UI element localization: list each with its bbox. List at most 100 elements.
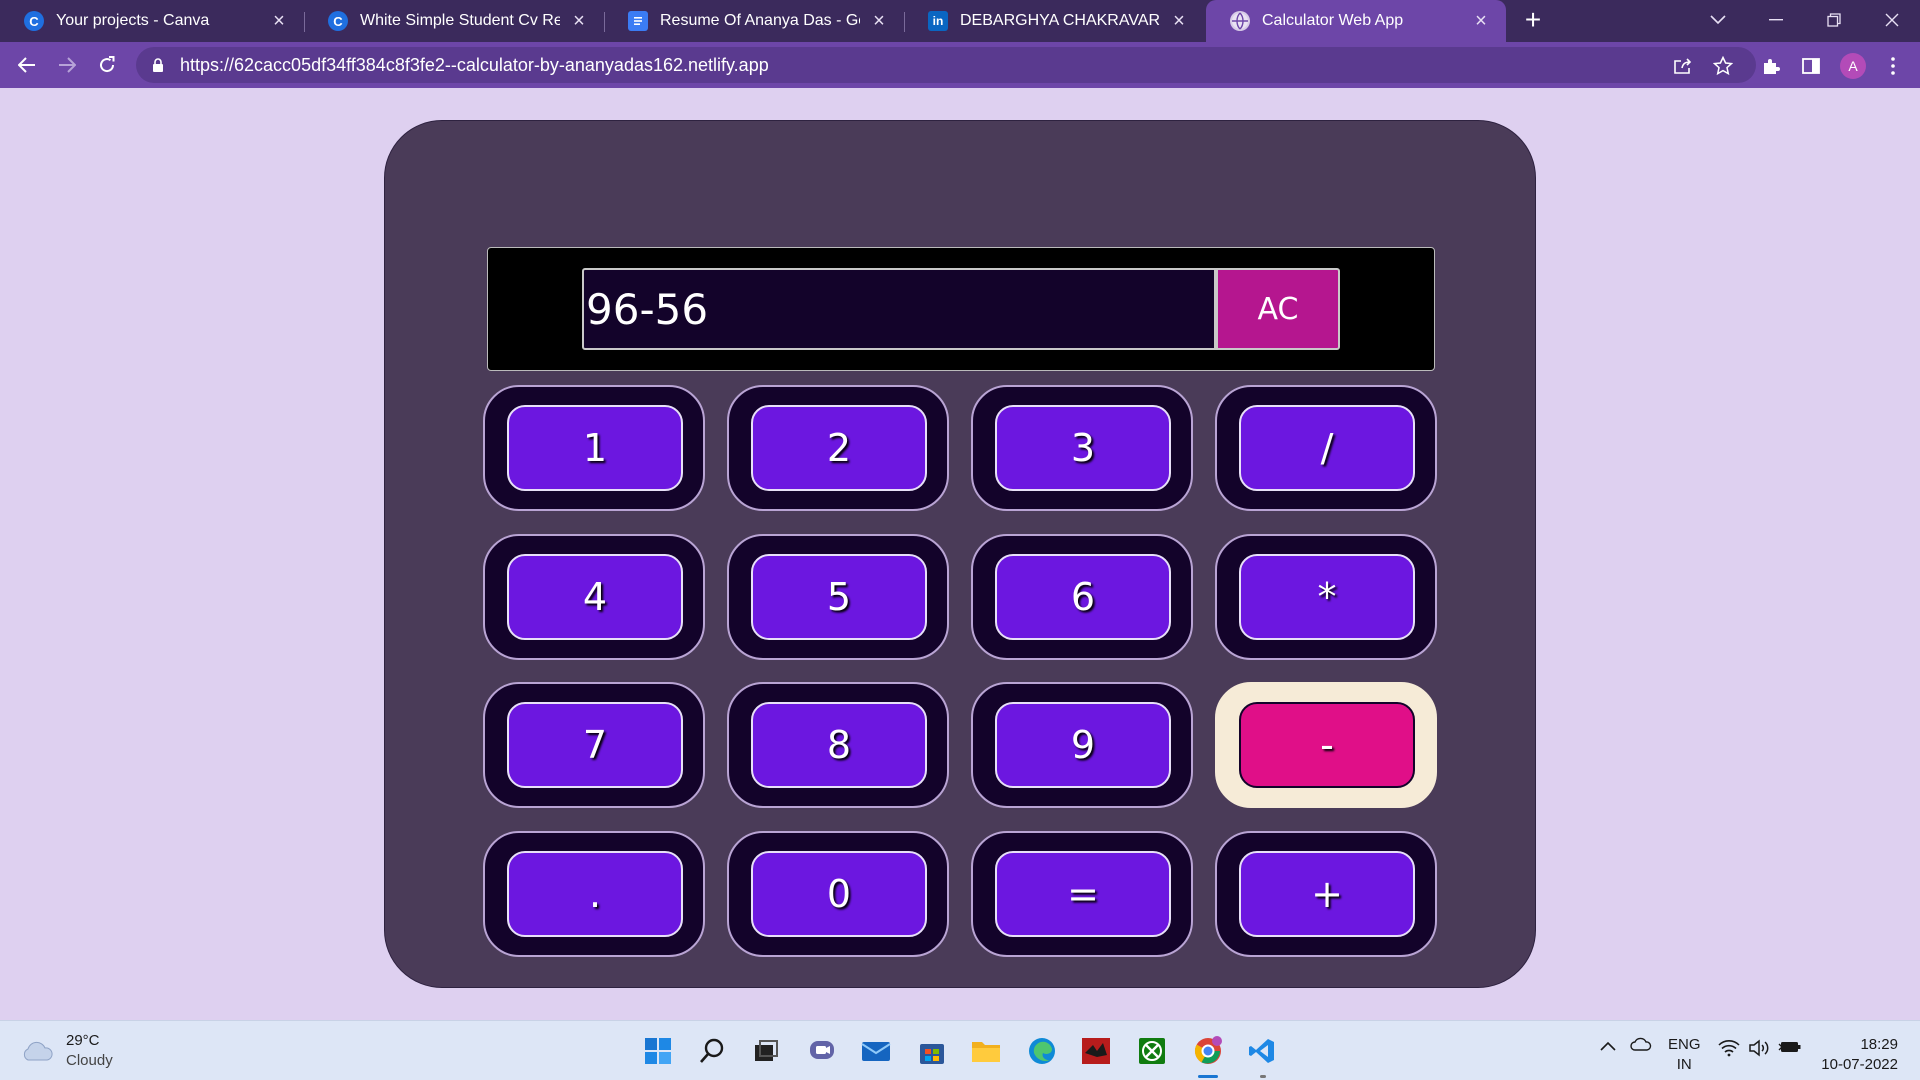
equals-button[interactable]: =	[995, 851, 1171, 937]
tab-title: Resume Of Ananya Das - Google	[660, 12, 860, 29]
all-clear-button[interactable]: AC	[1216, 268, 1340, 350]
decimal-button[interactable]: .	[507, 851, 683, 937]
teams-chat-icon[interactable]	[804, 1033, 840, 1069]
address-bar[interactable]: https://62cacc05df34ff384c8f3fe2--calcul…	[136, 47, 1756, 83]
minimize-button[interactable]	[1748, 0, 1804, 40]
multiply-button[interactable]: *	[1239, 554, 1415, 640]
browser-tab-strip: C Your projects - Canva × C White Simple…	[0, 0, 1920, 42]
divide-button[interactable]: /	[1239, 405, 1415, 491]
key-cell: 2	[727, 385, 949, 511]
key-3-button[interactable]: 3	[995, 405, 1171, 491]
tab-calculator[interactable]: Calculator Web App ×	[1206, 0, 1506, 42]
key-cell: 4	[483, 534, 705, 660]
subtract-button[interactable]: -	[1239, 702, 1415, 788]
display-panel: 96-56 AC	[487, 247, 1435, 371]
key-6-button[interactable]: 6	[995, 554, 1171, 640]
side-panel-icon[interactable]	[1798, 53, 1824, 79]
bookmark-star-icon[interactable]	[1710, 53, 1736, 79]
key-cell: 5	[727, 534, 949, 660]
key-4-button[interactable]: 4	[507, 554, 683, 640]
active-app-indicator	[1198, 1075, 1218, 1078]
key-0-button[interactable]: 0	[751, 851, 927, 937]
close-icon[interactable]: ×	[868, 10, 890, 32]
close-icon[interactable]: ×	[568, 10, 590, 32]
key-7-button[interactable]: 7	[507, 702, 683, 788]
tab-title: White Simple Student Cv Resume	[360, 12, 560, 29]
page-viewport: 96-56 AC 1 2 3 / 4 5 6 * 7 8 9 - . 0 = +	[0, 88, 1920, 1020]
tab-title: DEBARGHYA CHAKRAVARTY | Lin	[960, 12, 1160, 29]
key-cell-active: -	[1215, 682, 1437, 808]
key-cell: 0	[727, 831, 949, 957]
key-cell: *	[1215, 534, 1437, 660]
close-window-button[interactable]	[1864, 0, 1920, 40]
tab-linkedin[interactable]: in DEBARGHYA CHAKRAVARTY | Lin ×	[904, 0, 1204, 42]
key-cell: 6	[971, 534, 1193, 660]
key-cell: 7	[483, 682, 705, 808]
clock-date: 10-07-2022	[1821, 1056, 1898, 1073]
xbox-icon[interactable]	[1134, 1033, 1170, 1069]
task-view-icon[interactable]	[748, 1033, 784, 1069]
windows-taskbar: 29°C Cloudy ENG IN 18:29 10-07-2022	[0, 1020, 1920, 1080]
battery-charging-icon[interactable]	[1778, 1039, 1802, 1061]
key-1-button[interactable]: 1	[507, 405, 683, 491]
key-cell: 8	[727, 682, 949, 808]
chrome-icon[interactable]	[1190, 1033, 1226, 1069]
weather-widget[interactable]: 29°C Cloudy	[20, 1031, 113, 1071]
key-2-button[interactable]: 2	[751, 405, 927, 491]
canva-icon: C	[328, 11, 348, 31]
weather-condition: Cloudy	[66, 1052, 113, 1069]
tab-title: Calculator Web App	[1262, 12, 1404, 29]
mail-icon[interactable]	[858, 1033, 894, 1069]
show-hidden-icons-chevron-icon[interactable]	[1600, 1037, 1616, 1057]
url-text: https://62cacc05df34ff384c8f3fe2--calcul…	[180, 54, 769, 75]
globe-icon	[1230, 11, 1250, 31]
file-explorer-icon[interactable]	[968, 1033, 1004, 1069]
language-indicator[interactable]: ENG IN	[1668, 1035, 1701, 1075]
region-code: IN	[1676, 1056, 1692, 1073]
tab-search-chevron-icon[interactable]	[1690, 0, 1746, 40]
onedrive-cloud-icon[interactable]	[1630, 1037, 1652, 1057]
vscode-icon[interactable]	[1244, 1033, 1280, 1069]
key-cell: /	[1215, 385, 1437, 511]
close-icon[interactable]: ×	[1168, 10, 1190, 32]
search-icon[interactable]	[694, 1033, 730, 1069]
key-5-button[interactable]: 5	[751, 554, 927, 640]
tab-canva-resume[interactable]: C White Simple Student Cv Resume ×	[304, 0, 604, 42]
calculator-body: 96-56 AC 1 2 3 / 4 5 6 * 7 8 9 - . 0 = +	[384, 120, 1536, 988]
wifi-icon[interactable]	[1718, 1039, 1740, 1063]
lock-icon[interactable]	[150, 57, 166, 73]
key-cell: =	[971, 831, 1193, 957]
kebab-menu-icon[interactable]	[1880, 53, 1906, 79]
profile-avatar[interactable]: A	[1840, 53, 1866, 79]
tab-google-docs[interactable]: Resume Of Ananya Das - Google ×	[604, 0, 904, 42]
game-app-icon[interactable]	[1078, 1033, 1114, 1069]
add-button[interactable]: +	[1239, 851, 1415, 937]
close-icon[interactable]: ×	[1470, 10, 1492, 32]
back-arrow-icon[interactable]	[12, 50, 42, 80]
forward-arrow-icon[interactable]	[52, 50, 82, 80]
weather-temperature: 29°C	[66, 1032, 100, 1049]
open-app-indicator	[1260, 1075, 1266, 1078]
restore-button[interactable]	[1806, 0, 1862, 40]
clock[interactable]: 18:29 10-07-2022	[1818, 1035, 1898, 1075]
share-icon[interactable]	[1670, 53, 1696, 79]
new-tab-button[interactable]: +	[1518, 6, 1548, 36]
reload-icon[interactable]	[92, 50, 122, 80]
volume-icon[interactable]	[1748, 1039, 1770, 1063]
key-8-button[interactable]: 8	[751, 702, 927, 788]
browser-toolbar: https://62cacc05df34ff384c8f3fe2--calcul…	[0, 42, 1920, 88]
key-cell: 1	[483, 385, 705, 511]
edge-browser-icon[interactable]	[1024, 1033, 1060, 1069]
google-docs-icon	[628, 11, 648, 31]
tab-title: Your projects - Canva	[56, 12, 210, 29]
key-cell: 3	[971, 385, 1193, 511]
key-9-button[interactable]: 9	[995, 702, 1171, 788]
key-cell: .	[483, 831, 705, 957]
extensions-puzzle-icon[interactable]	[1758, 53, 1784, 79]
windows-start-icon[interactable]	[640, 1033, 676, 1069]
microsoft-store-icon[interactable]	[914, 1033, 950, 1069]
calculator-display[interactable]: 96-56	[582, 268, 1216, 350]
close-icon[interactable]: ×	[268, 10, 290, 32]
cloud-icon	[20, 1040, 54, 1062]
tab-canva-projects[interactable]: C Your projects - Canva ×	[0, 0, 304, 42]
